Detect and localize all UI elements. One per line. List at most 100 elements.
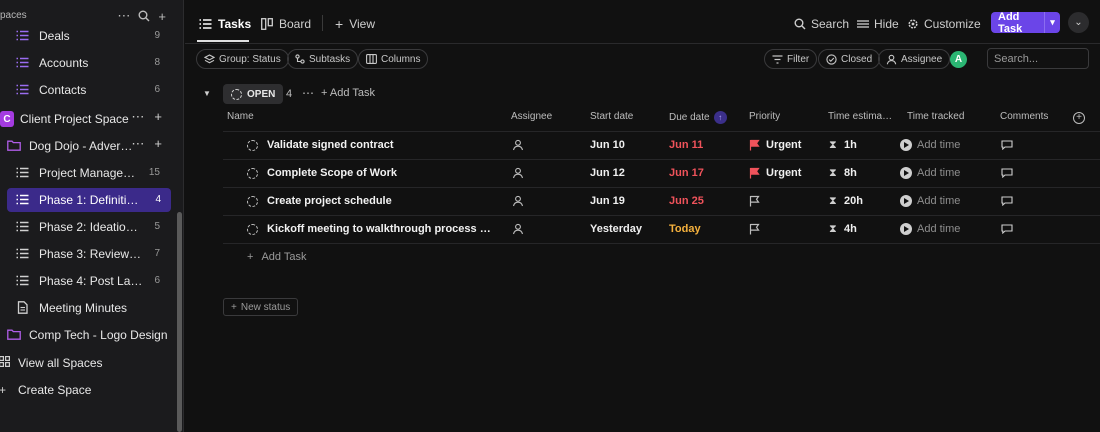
comment-icon[interactable] — [1001, 224, 1013, 234]
status-pill[interactable]: OPEN — [223, 84, 284, 104]
add-column-icon[interactable]: + — [1073, 112, 1085, 124]
task-time-tracked[interactable]: Add time — [917, 167, 960, 179]
add-task-row[interactable]: + Add Task — [247, 251, 307, 263]
search-button[interactable]: Search — [794, 14, 849, 34]
avatar[interactable]: A — [950, 51, 967, 68]
plus-icon[interactable]: + — [158, 9, 166, 24]
task-name[interactable]: Validate signed contract — [267, 139, 493, 151]
closed-button[interactable]: Closed — [818, 49, 881, 69]
table-row[interactable]: Complete Scope of Work Jun 12 Jun 17 Urg… — [223, 160, 1100, 188]
column-header-assignee[interactable]: Assignee — [511, 111, 552, 127]
tab-board[interactable]: Board — [261, 14, 311, 34]
chevron-down-icon[interactable]: ⌄ — [1068, 12, 1089, 33]
task-name[interactable]: Kickoff meeting to walkthrough process w… — [267, 223, 493, 235]
play-icon[interactable] — [900, 167, 912, 179]
assignee-button[interactable]: Assignee — [878, 49, 951, 69]
filter-button[interactable]: Filter — [764, 49, 818, 69]
add-assignee-icon[interactable] — [512, 195, 524, 207]
table-row[interactable]: Kickoff meeting to walkthrough process w… — [223, 216, 1100, 244]
task-due-date[interactable]: Jun 17 — [669, 167, 704, 179]
task-start-date[interactable]: Jun 12 — [590, 167, 625, 179]
task-priority[interactable]: Urgent — [766, 139, 801, 151]
task-due-date[interactable]: Jun 25 — [669, 195, 704, 207]
comment-icon[interactable] — [1001, 196, 1013, 206]
more-icon[interactable]: ⋯ — [131, 136, 144, 152]
sidebar-item-project-management[interactable]: Project Management 15 — [0, 161, 170, 185]
comment-icon[interactable] — [1001, 140, 1013, 150]
task-time-tracked[interactable]: Add time — [917, 223, 960, 235]
column-header-time-estimate[interactable]: Time estima… — [828, 111, 892, 127]
search-icon[interactable] — [138, 10, 150, 22]
add-task-button[interactable]: Add Task ▾ — [991, 11, 1060, 35]
sidebar-folder-comp-tech[interactable]: Comp Tech - Logo Design — [0, 323, 170, 347]
task-time-estimate[interactable]: 1h — [844, 139, 857, 151]
more-icon[interactable]: ⋯ — [131, 109, 144, 125]
add-assignee-icon[interactable] — [512, 223, 524, 235]
task-start-date[interactable]: Jun 19 — [590, 195, 625, 207]
task-status-icon[interactable] — [247, 196, 258, 207]
sidebar-item-phase-4[interactable]: Phase 4: Post Launch 6 — [0, 269, 170, 293]
sidebar-space-client-project[interactable]: C Client Project Space ⋯ + — [0, 107, 170, 131]
tab-tasks[interactable]: Tasks — [199, 14, 251, 34]
sort-arrow-icon[interactable]: ↑ — [713, 111, 727, 124]
column-header-name[interactable]: Name — [227, 111, 254, 127]
sidebar-item-meeting-minutes[interactable]: Meeting Minutes — [0, 296, 170, 320]
hide-button[interactable]: Hide — [857, 14, 899, 34]
table-row[interactable]: Create project schedule Jun 19 Jun 25 ⧗ … — [223, 188, 1100, 216]
flag-outline-icon[interactable] — [749, 195, 760, 207]
task-due-date[interactable]: Today — [669, 223, 701, 235]
task-time-estimate[interactable]: 8h — [844, 167, 857, 179]
sidebar-item-phase-2[interactable]: Phase 2: Ideation & Desig… 5 — [0, 215, 170, 239]
task-name[interactable]: Complete Scope of Work — [267, 167, 493, 179]
task-time-tracked[interactable]: Add time — [917, 195, 960, 207]
group-by-button[interactable]: Group: Status — [196, 49, 289, 69]
plus-icon[interactable]: + — [154, 136, 162, 152]
create-space[interactable]: + Create Space — [0, 379, 170, 401]
column-header-comments[interactable]: Comments — [1000, 111, 1048, 127]
task-status-icon[interactable] — [247, 168, 258, 179]
columns-button[interactable]: Columns — [358, 49, 429, 69]
more-icon[interactable]: ⋯ — [117, 8, 130, 24]
more-icon[interactable]: ⋯ — [302, 86, 314, 100]
sidebar-item-phase-3[interactable]: Phase 3: Review & Launch 7 — [0, 242, 170, 266]
add-view-button[interactable]: + View — [335, 14, 375, 34]
task-start-date[interactable]: Jun 10 — [590, 139, 625, 151]
search-input[interactable] — [987, 48, 1089, 69]
subtasks-button[interactable]: Subtasks — [287, 49, 359, 69]
column-header-time-tracked[interactable]: Time tracked — [907, 111, 964, 127]
sidebar-folder-dog-dojo[interactable]: Dog Dojo - Advertisi… ⋯ + — [0, 134, 170, 158]
comment-icon[interactable] — [1001, 168, 1013, 178]
task-time-estimate[interactable]: 4h — [844, 223, 857, 235]
column-header-due-date[interactable]: Due date ↑ — [669, 111, 727, 127]
sidebar-item-deals[interactable]: Deals 9 — [0, 24, 170, 48]
task-time-tracked[interactable]: Add time — [917, 139, 960, 151]
column-header-start-date[interactable]: Start date — [590, 111, 633, 127]
sidebar-scrollbar[interactable] — [177, 212, 182, 432]
play-icon[interactable] — [900, 139, 912, 151]
flag-outline-icon[interactable] — [749, 223, 760, 235]
new-status-button[interactable]: + New status — [223, 298, 299, 316]
sidebar-item-contacts[interactable]: Contacts 6 — [0, 78, 170, 102]
task-start-date[interactable]: Yesterday — [590, 223, 642, 235]
sidebar-item-accounts[interactable]: Accounts 8 — [0, 51, 170, 75]
table-row[interactable]: Validate signed contract Jun 10 Jun 11 U… — [223, 132, 1100, 160]
task-time-estimate[interactable]: 20h — [844, 195, 863, 207]
customize-button[interactable]: Customize — [907, 14, 981, 34]
task-status-icon[interactable] — [247, 140, 258, 151]
group-add-task-button[interactable]: + Add Task — [321, 87, 375, 99]
sidebar-item-label: Contacts — [39, 83, 87, 97]
add-assignee-icon[interactable] — [512, 139, 524, 151]
plus-icon[interactable]: + — [154, 109, 162, 125]
task-name[interactable]: Create project schedule — [267, 195, 493, 207]
task-priority[interactable]: Urgent — [766, 167, 801, 179]
chevron-down-icon[interactable]: ▾ — [1044, 12, 1060, 33]
task-due-date[interactable]: Jun 11 — [669, 139, 703, 151]
view-all-spaces[interactable]: View all Spaces — [0, 352, 170, 374]
play-icon[interactable] — [900, 223, 912, 235]
task-status-icon[interactable] — [247, 224, 258, 235]
add-assignee-icon[interactable] — [512, 167, 524, 179]
caret-down-icon[interactable]: ▼ — [203, 89, 211, 98]
play-icon[interactable] — [900, 195, 912, 207]
column-header-priority[interactable]: Priority — [749, 111, 780, 127]
sidebar-item-phase-1[interactable]: Phase 1: Definition & Kick… 4 — [7, 188, 171, 212]
